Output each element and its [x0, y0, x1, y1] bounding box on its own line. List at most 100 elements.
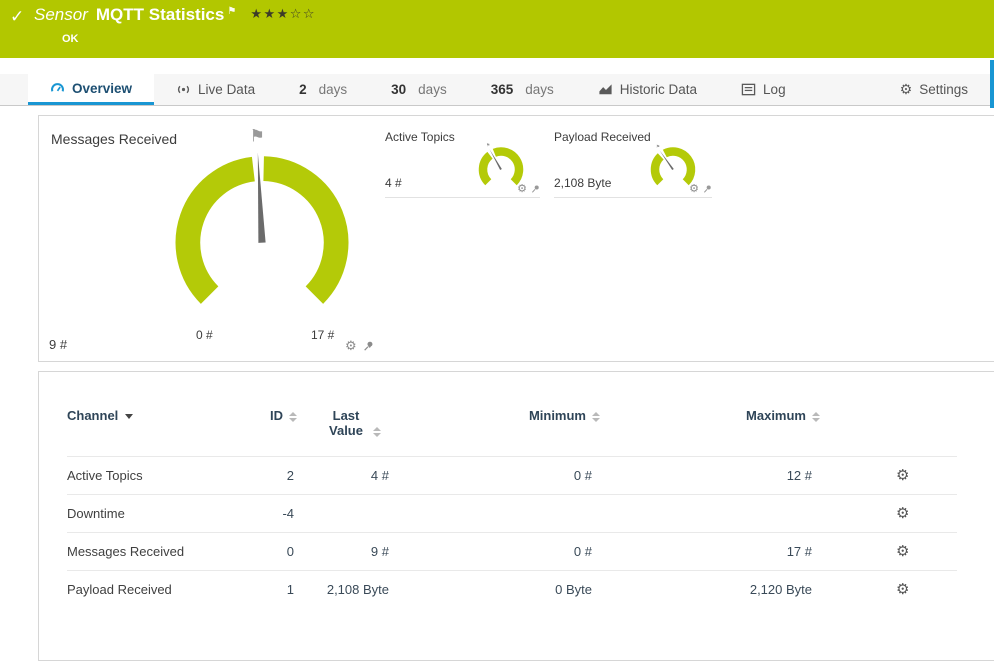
channel-max: 2,120 Byte — [600, 570, 820, 608]
mini-channel-active-topics: Active Topics ⚑ 4 # ⚙ — [385, 130, 540, 198]
tab-value: 2 — [299, 82, 307, 97]
channel-last: 4 # — [297, 456, 409, 495]
channel-settings-button[interactable]: ⚙ — [896, 506, 909, 521]
channel-id: -4 — [227, 494, 297, 533]
header-id[interactable]: ID — [227, 408, 297, 457]
mini-channel-title: Payload Received — [554, 130, 651, 144]
svg-text:⚑: ⚑ — [250, 126, 265, 145]
tab-unit: days — [318, 82, 348, 97]
channel-settings-button[interactable]: ⚙ — [896, 468, 909, 483]
primary-channel-title: Messages Received — [51, 131, 178, 147]
mini-gauge-actions: ⚙ — [517, 182, 540, 195]
title-row: Sensor MQTT Statistics ⚑ ★★★☆☆ — [34, 5, 316, 25]
tab-bar: Overview Live Data 2 days 30 days 365 days … — [0, 74, 994, 106]
sort-icon — [289, 411, 297, 422]
sensor-header: ✓ Sensor MQTT Statistics ⚑ ★★★☆☆ OK — [0, 0, 994, 58]
tab-value: 30 — [391, 82, 407, 97]
sort-icon — [373, 426, 381, 437]
tab-365-days[interactable]: 365 days — [469, 74, 576, 105]
object-type-label: Sensor — [34, 5, 88, 24]
messages-received-gauge: ⚑ — [175, 126, 349, 304]
pin-icon[interactable] — [703, 184, 712, 194]
gauge-scale-max: 17 # — [311, 328, 335, 342]
tab-30-days[interactable]: 30 days — [369, 74, 469, 105]
channel-name: Payload Received — [67, 570, 227, 608]
channel-name: Messages Received — [67, 532, 227, 571]
channel-last — [297, 494, 409, 533]
channel-name: Active Topics — [67, 456, 227, 495]
channel-last: 9 # — [297, 532, 409, 571]
svg-text:⚑: ⚑ — [486, 143, 490, 148]
header-maximum[interactable]: Maximum — [600, 408, 820, 457]
channel-settings-button[interactable]: ⚙ — [896, 582, 909, 597]
priority-flag-icon[interactable]: ⚑ — [227, 6, 236, 17]
tab-label: Live Data — [198, 82, 256, 97]
channel-min: 0 Byte — [409, 570, 600, 608]
channel-id: 0 — [227, 532, 297, 571]
header-channel[interactable]: Channel — [67, 408, 227, 457]
status-badge: OK — [62, 33, 79, 45]
broadcast-icon — [177, 85, 190, 94]
channel-id: 2 — [227, 456, 297, 495]
channel-min — [409, 494, 600, 533]
channel-name: Downtime — [67, 494, 227, 533]
scroll-edge-strip — [990, 60, 994, 108]
table-row: Active Topics 2 4 # 0 # 12 # ⚙ — [67, 456, 957, 495]
gear-icon: ⚙ — [899, 81, 913, 97]
header-actions — [820, 408, 957, 457]
table-row: Messages Received 0 9 # 0 # 17 # ⚙ — [67, 532, 957, 571]
tab-unit: days — [525, 82, 554, 97]
tab-log[interactable]: Log — [719, 74, 808, 105]
mini-channel-value: 4 # — [385, 176, 402, 190]
gear-icon[interactable]: ⚙ — [345, 338, 357, 354]
page-title: MQTT Statistics — [95, 5, 225, 24]
channel-id: 1 — [227, 570, 297, 608]
channel-settings-button[interactable]: ⚙ — [896, 544, 909, 559]
pin-icon[interactable] — [363, 340, 374, 352]
header-minimum[interactable]: Minimum — [409, 408, 600, 457]
primary-gauge-actions: ⚙ — [345, 338, 374, 354]
sort-caret-icon — [125, 414, 134, 420]
sort-icon — [592, 411, 600, 422]
tab-overview[interactable]: Overview — [28, 74, 155, 105]
gear-icon[interactable]: ⚙ — [689, 182, 699, 195]
tab-historic-data[interactable]: Historic Data — [576, 74, 719, 105]
status-check-icon: ✓ — [10, 7, 25, 26]
tab-label: Overview — [72, 80, 133, 96]
channels-panel: Channel ID Last Value Minimum Maximum Ac… — [38, 371, 994, 661]
tab-label: Historic Data — [619, 82, 698, 97]
priority-stars[interactable]: ★★★☆☆ — [250, 6, 316, 21]
gauges-panel: Messages Received ⚑ 0 # 17 # 9 # ⚙ Activ… — [38, 115, 994, 362]
channels-table: Channel ID Last Value Minimum Maximum Ac… — [67, 408, 957, 608]
table-row: Payload Received 1 2,108 Byte 0 Byte 2,1… — [67, 570, 957, 608]
mini-channel-title: Active Topics — [385, 130, 455, 144]
log-list-icon — [741, 83, 756, 96]
pin-icon[interactable] — [531, 184, 540, 194]
tab-value: 365 — [490, 82, 514, 97]
table-row: Downtime -4 ⚙ — [67, 494, 957, 533]
mini-channel-payload-received: Payload Received ⚑ 2,108 Byte ⚙ — [554, 130, 712, 198]
header-last-value[interactable]: Last Value — [297, 408, 409, 457]
sort-icon — [812, 411, 820, 422]
channel-max: 17 # — [600, 532, 820, 571]
svg-text:⚑: ⚑ — [656, 144, 660, 149]
gear-icon[interactable]: ⚙ — [517, 182, 527, 195]
area-chart-icon — [599, 84, 612, 95]
primary-channel-value: 9 # — [49, 337, 68, 352]
table-header-row: Channel ID Last Value Minimum Maximum — [67, 408, 957, 457]
tab-settings[interactable]: ⚙ Settings — [878, 74, 990, 105]
gauge-icon — [51, 82, 64, 92]
channel-max — [600, 494, 820, 533]
gauge-scale-min: 0 # — [196, 328, 213, 342]
tab-unit: days — [418, 82, 447, 97]
channel-max: 12 # — [600, 456, 820, 495]
tab-label: Settings — [919, 82, 968, 97]
channel-last: 2,108 Byte — [297, 570, 409, 608]
tab-2-days[interactable]: 2 days — [277, 74, 369, 105]
mini-gauge-actions: ⚙ — [689, 182, 712, 195]
mini-channel-value: 2,108 Byte — [554, 176, 612, 190]
channel-min: 0 # — [409, 532, 600, 571]
tab-label: Log — [763, 82, 786, 97]
channel-min: 0 # — [409, 456, 600, 495]
tab-live-data[interactable]: Live Data — [154, 74, 277, 105]
